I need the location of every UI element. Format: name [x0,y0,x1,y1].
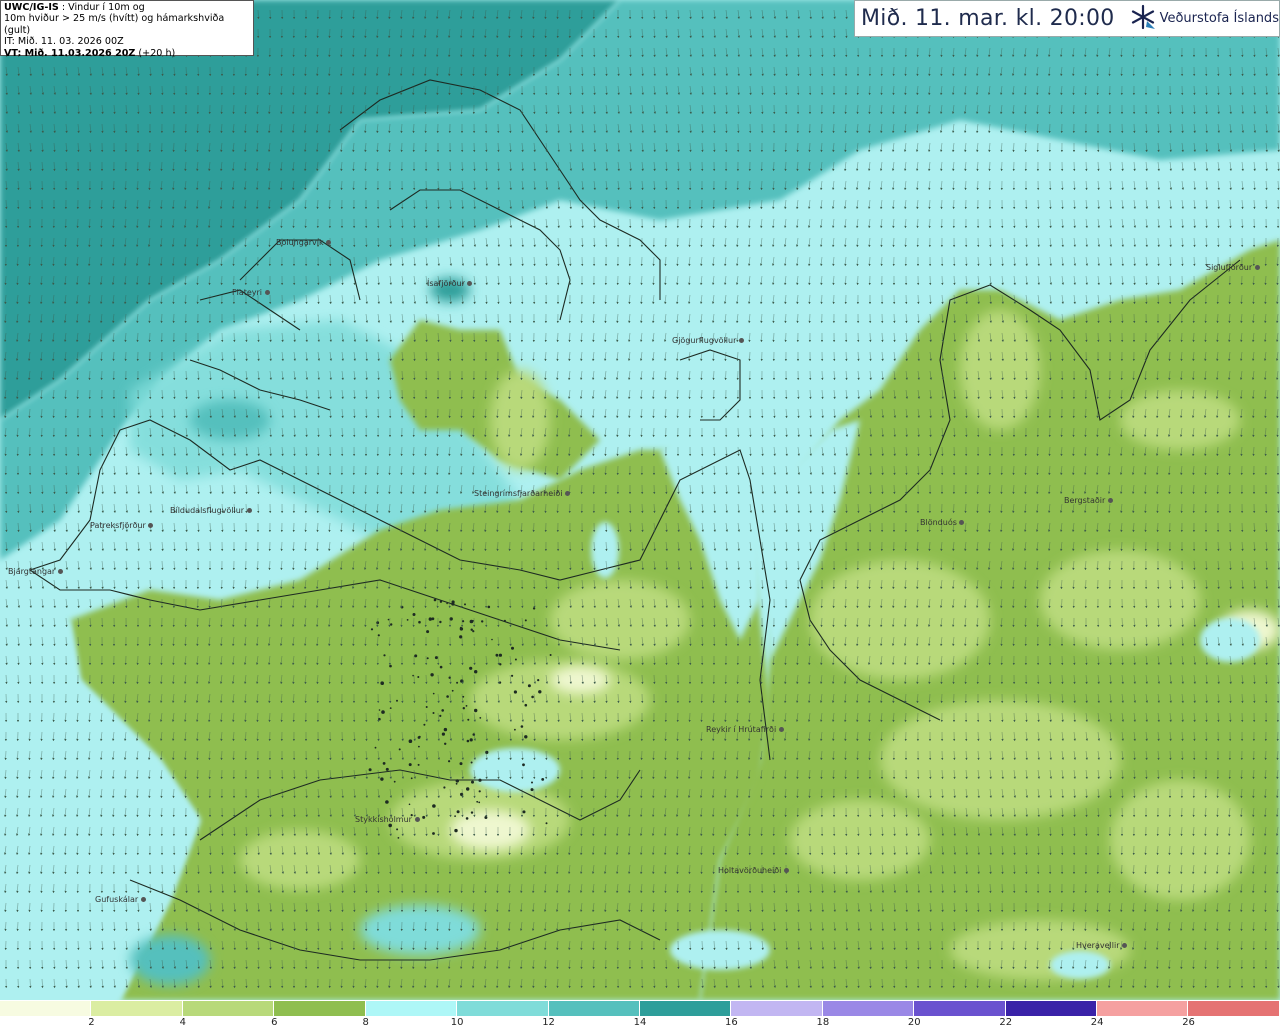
colorbar-segment [274,1001,366,1016]
info-line-1-text: : Vindur í 10m og [58,2,145,13]
wind-map[interactable]: Bolungarvík Flateyri Ísafjörður Gjögurfl… [0,0,1280,1000]
place-flateyri: Flateyri [232,288,270,297]
colorbar-segment [731,1001,823,1016]
place-marker-icon [1122,943,1128,948]
colorbar-tick-label: 6 [271,1017,278,1028]
place-marker-icon [326,240,332,245]
info-line-2: 10m hviður > 25 m/s (hvítt) og hámarkshv… [4,13,225,36]
colorbar-segment [914,1001,1006,1016]
snowflake-arrow-icon [1129,3,1157,35]
place-bergstadir: Bergstaðir [1064,496,1113,505]
place-marker-icon [148,523,154,528]
place-marker-icon [738,338,744,343]
colorbar-tick-label: 14 [633,1017,647,1028]
colorbar-segment [639,1001,732,1016]
colorbar-segment [1188,1001,1280,1016]
info-line-3: IT: Mið. 11. 03. 2026 00Z [4,36,124,48]
place-siglufjordur: Siglufjörður [1206,263,1260,272]
colorbar-tick-label: 2 [88,1017,95,1028]
forecast-info-box: UWC/IG-IS : Vindur í 10m og 10m hviður >… [0,0,254,59]
place-holtavorduheidi: Holtavörðuheiði [718,866,789,875]
place-patreksfjordur: Patreksfjörður [90,521,154,530]
colorbar-tick-label: 22 [999,1017,1013,1028]
place-marker-icon [778,727,784,732]
place-marker-icon [959,520,965,525]
place-marker-icon [565,491,571,496]
colorbar-tick-label: 18 [816,1017,830,1028]
logo-text: Veðurstofa Íslands [1159,11,1279,26]
wind-speed-colorbar: 2 4 6 8 10 12 14 16 18 20 22 24 26 [0,1000,1280,1030]
colorbar-tick-label: 26 [1182,1017,1195,1028]
place-marker-icon [264,290,270,295]
colorbar-segment [1097,1001,1189,1016]
place-marker-icon [414,817,420,822]
place-gjogur: Gjögurflugvöllur [672,336,744,345]
colorbar-segment [0,1001,92,1016]
lead-time: (+20 h) [135,47,176,59]
place-reykir: Reykir í Hrútafirði [706,725,784,734]
colorbar-segment [548,1001,640,1016]
place-marker-icon [246,508,252,513]
place-marker-icon [467,281,473,286]
valid-time-text: Mið. 11. mar. kl. 20:00 [861,6,1115,31]
place-bolungarvik: Bolungarvík [276,238,332,247]
colorbar-tick-label: 8 [362,1017,369,1028]
place-stykkisholmur: Stykkishólmur [355,815,420,824]
colorbar-segment [1005,1001,1098,1016]
colorbar-segments [0,1001,1280,1016]
place-bildudalur: Bíldudalsflugvöllur [170,506,252,515]
colorbar-tick-label: 24 [1090,1017,1104,1028]
place-marker-icon [140,897,146,902]
colorbar-segment [365,1001,458,1016]
place-marker-icon [1254,265,1260,270]
valid-time-header: Mið. 11. mar. kl. 20:00 Veðurstofa Íslan… [854,0,1280,37]
place-isafjordur: Ísafjörður [427,279,473,288]
place-marker-icon [57,569,63,574]
info-line-4: VT: Mið. 11.03.2026 20Z (+20 h) [4,48,250,59]
colorbar-tick-label: 20 [907,1017,921,1028]
info-line-1: UWC/IG-IS : Vindur í 10m og [4,2,250,13]
colorbar-tick-label: 16 [725,1017,738,1028]
place-blonduos: Blönduós [920,518,965,527]
place-marker-icon [1107,498,1113,503]
valid-time-label: VT: Mið. 11.03.2026 20Z [4,47,136,59]
colorbar-tick-label: 4 [179,1017,187,1028]
colorbar-tick-label: 12 [542,1017,555,1028]
colorbar-segment [822,1001,915,1016]
colorbar-tick-label: 10 [450,1017,464,1028]
place-hveravellir: Hveravellir [1076,941,1128,950]
place-marker-icon [783,868,789,873]
place-bjargtangar: Bjargtangar [8,567,63,576]
place-steingrimsfjardarheidi: Steingrímsfjarðarheiði [474,489,571,498]
vedurstofa-logo[interactable]: Veðurstofa Íslands [1129,3,1279,35]
colorbar-segment [91,1001,183,1016]
place-gufuskalar: Gufuskálar [95,895,146,904]
model-name: UWC/IG-IS [4,2,59,13]
colorbar-segment [457,1001,549,1016]
colorbar-segment [182,1001,275,1016]
